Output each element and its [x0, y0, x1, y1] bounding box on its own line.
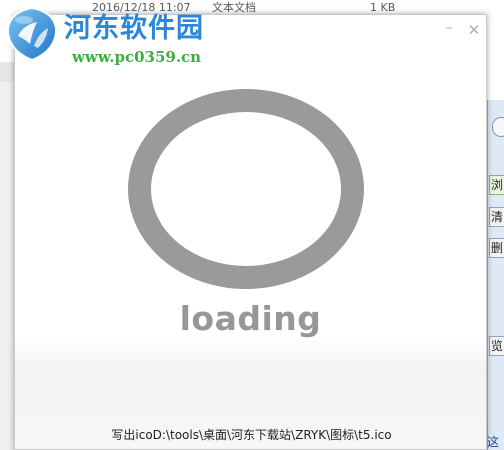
close-button[interactable]: ✕	[465, 21, 483, 39]
loading-spinner-icon	[128, 89, 364, 289]
browse-button[interactable]: 浏	[489, 175, 504, 195]
right-panel-link[interactable]: 这	[487, 435, 499, 449]
delete-button[interactable]: 删	[489, 238, 504, 258]
watermark-title: 河东软件园	[64, 13, 204, 44]
watermark-url: www.pc0359.cn	[72, 48, 202, 66]
search-icon[interactable]	[492, 117, 504, 137]
shield-logo-icon	[6, 6, 58, 62]
watermark-logo: 河东软件园 www.pc0359.cn	[4, 6, 214, 70]
right-side-panel	[487, 100, 504, 450]
loading-dialog: – ✕ loading 写出icoD:\tools\桌面\河东下载站\ZRYK\…	[14, 14, 487, 450]
loading-label: loading	[179, 299, 322, 338]
minimize-button[interactable]: –	[440, 19, 458, 37]
status-text: 写出icoD:\tools\桌面\河东下载站\ZRYK\图标\t5.ico	[111, 428, 392, 442]
clear-button[interactable]: 清	[489, 207, 504, 227]
view-button[interactable]: 览	[489, 336, 504, 356]
left-navigation-strip	[0, 62, 15, 450]
